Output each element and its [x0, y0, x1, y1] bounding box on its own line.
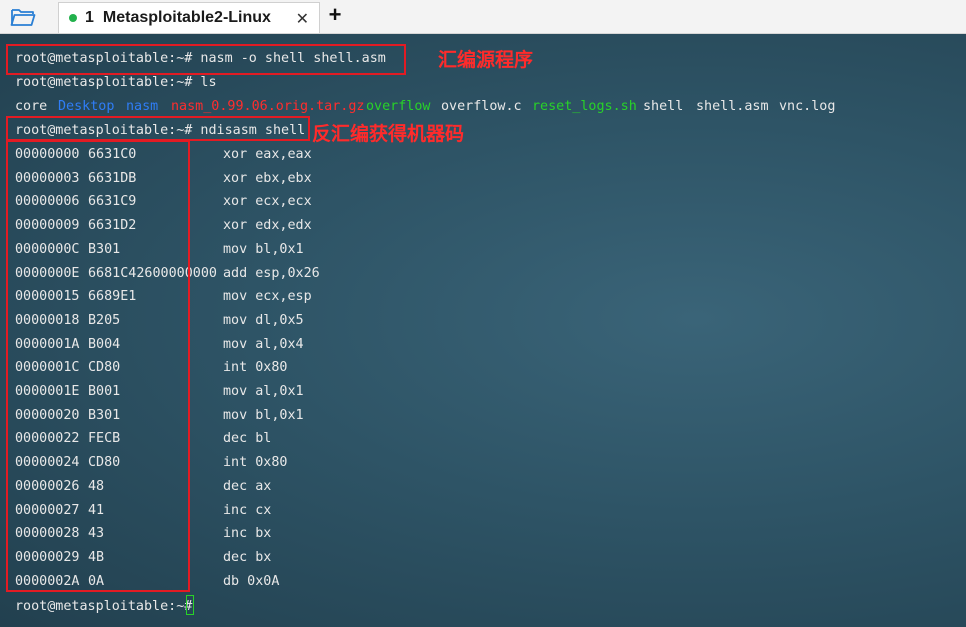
disassembly-instruction: mov bl,0x1 [223, 407, 304, 423]
disassembly-instruction: dec ax [223, 478, 272, 494]
new-tab-button[interactable]: + [324, 1, 346, 31]
disassembly-instruction: mov bl,0x1 [223, 241, 304, 257]
ls-item-desktop: Desktop [58, 99, 115, 114]
command-prompt: root@metasploitable:~# [15, 599, 193, 614]
ls-item-overflow: overflow [366, 99, 431, 114]
tab-metasploitable[interactable]: 1 Metasploitable2-Linux ✕ [58, 2, 320, 33]
tab-close-icon[interactable]: ✕ [296, 9, 309, 29]
disassembly-instruction: mov al,0x4 [223, 336, 304, 352]
ls-item-vnc-log: vnc.log [779, 99, 836, 114]
annotation-label-disassemble: 反汇编获得机器码 [312, 123, 465, 145]
terminal-view[interactable]: root@metasploitable:~# nasm -o shell she… [0, 34, 966, 627]
folder-icon [10, 8, 36, 26]
tab-title: Metasploitable2-Linux [102, 9, 271, 26]
disassembly-instruction: xor ecx,ecx [223, 194, 312, 210]
ls-item-nasm: nasm [126, 99, 159, 114]
disassembly-instruction: mov al,0x1 [223, 384, 304, 399]
disassembly-instruction: int 0x80 [223, 455, 288, 471]
ls-item-core: core [15, 99, 48, 114]
ls-item-shell-asm: shell.asm [696, 99, 769, 114]
disassembly-instruction: mov ecx,esp [223, 289, 312, 305]
tab-number: 1 [85, 9, 94, 26]
disassembly-instruction: add esp,0x26 [223, 265, 320, 281]
open-folder-button[interactable] [0, 0, 46, 33]
disassembly-instruction: db 0x0A [223, 573, 280, 589]
disassembly-instruction: xor edx,edx [223, 218, 312, 234]
ls-item-shell: shell [643, 99, 684, 114]
connection-status-icon [69, 14, 77, 22]
disassembly-instruction: xor eax,eax [223, 147, 312, 162]
disassembly-instruction: int 0x80 [223, 360, 288, 376]
terminal-cursor [186, 595, 194, 615]
annotation-box-machine-code [6, 140, 190, 592]
disassembly-instruction: inc cx [223, 502, 272, 518]
command-line-ls: root@metasploitable:~# ls [15, 75, 217, 90]
disassembly-instruction: mov dl,0x5 [223, 312, 304, 328]
annotation-label-compile: 汇编源程序 [438, 49, 534, 71]
disassembly-instruction: dec bl [223, 431, 272, 447]
disassembly-instruction: xor ebx,ebx [223, 170, 312, 186]
annotation-box-disassemble-command [6, 116, 310, 141]
disassembly-instruction: dec bx [223, 549, 272, 565]
ls-item-nasm-tarball: nasm_0.99.06.orig.tar.gz [171, 99, 365, 114]
ls-item-overflow-c: overflow.c [441, 99, 522, 114]
tab-bar: 1 Metasploitable2-Linux ✕ + [0, 0, 966, 34]
disassembly-instruction: inc bx [223, 526, 272, 542]
annotation-box-compile [6, 44, 406, 75]
ls-output: core Desktop nasm nasm_0.99.06.orig.tar.… [15, 96, 955, 118]
ls-item-reset-logs: reset_logs.sh [532, 99, 637, 114]
